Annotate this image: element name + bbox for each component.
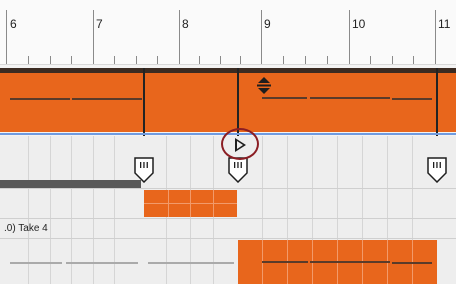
waveform-segment [262,97,307,99]
ruler-major-tick [93,10,94,64]
ruler-minor-tick [50,56,51,64]
ruler-minor-tick [413,56,414,64]
lane-divider [0,188,456,189]
bar-label-6: 6 [10,17,17,31]
bar-label-10: 10 [352,17,366,31]
lane-divider [0,218,456,219]
ruler-minor-tick [28,56,29,64]
comp-selection-bar[interactable] [0,180,141,188]
waveform-segment [72,98,142,100]
loop-marker-icon[interactable] [134,157,154,183]
play-triangle-inner [237,141,243,149]
ruler-minor-tick [392,56,393,64]
waveform-segment [10,98,70,100]
waveform-segment [392,262,432,264]
ruler-minor-tick [305,56,306,64]
ruler-minor-tick [136,56,137,64]
waveform-segment [262,261,308,263]
waveform-segment [310,261,390,263]
loop-marker-icon[interactable] [427,157,447,183]
comp-segment-divider [144,203,237,204]
timeline-ruler[interactable]: 6 7 8 9 10 11 [0,0,456,65]
loop-marker-icon[interactable] [228,157,248,183]
bar-label-11: 11 [438,17,451,31]
ruler-minor-tick [370,56,371,64]
waveform-segment [310,97,390,99]
audio-clip-header[interactable] [0,68,456,73]
ruler-minor-tick [240,56,241,64]
waveform-segment [392,98,432,100]
ruler-major-tick [179,10,180,64]
waveform-segment [148,262,234,264]
ruler-minor-tick [220,56,221,64]
diamond-handle-icon[interactable] [257,77,271,95]
ruler-minor-tick [114,56,115,64]
ruler-major-tick [261,10,262,64]
ruler-major-tick [6,10,7,64]
ruler-major-tick [435,10,436,64]
bar-label-9: 9 [264,17,271,31]
ruler-major-tick [349,10,350,64]
ruler-minor-tick [327,56,328,64]
ruler-minor-tick [71,56,72,64]
bar-label-8: 8 [182,17,189,31]
ruler-minor-tick [199,56,200,64]
ruler-minor-tick [157,56,158,64]
lane-divider [0,238,456,239]
waveform-segment [66,262,138,264]
waveform-segment [10,262,62,264]
bar-label-7: 7 [96,17,103,31]
audio-clip-top[interactable] [0,68,456,132]
arrangement-view: 6 7 8 9 10 11 .0) Take 4 [0,0,456,284]
ruler-minor-tick [283,56,284,64]
take-lane-label[interactable]: .0) Take 4 [4,223,48,234]
